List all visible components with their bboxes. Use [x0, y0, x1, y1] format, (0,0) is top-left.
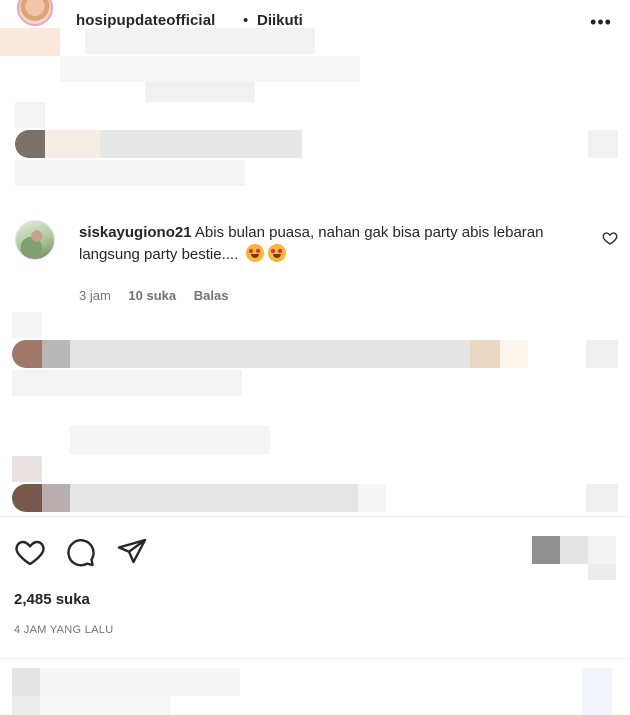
- comment-body: siskayugiono21 Abis bulan puasa, nahan g…: [79, 222, 579, 266]
- star-struck-emoji-icon: [246, 244, 265, 262]
- actions-divider: [0, 516, 630, 517]
- comment-heart-icon[interactable]: [602, 230, 618, 246]
- reply-button[interactable]: Balas: [194, 288, 229, 303]
- account-name[interactable]: hosipupdateofficial: [76, 12, 215, 29]
- comment-time: 3 jam: [79, 288, 111, 303]
- comment-icon[interactable]: [64, 536, 96, 568]
- account-avatar[interactable]: [17, 0, 53, 26]
- add-comment-divider: [0, 658, 630, 659]
- comment-avatar[interactable]: [15, 220, 55, 260]
- post-timestamp: 4 JAM YANG LALU: [14, 624, 114, 636]
- comment-likes[interactable]: 10 suka: [128, 288, 176, 303]
- comment-meta: 3 jam 10 suka Balas: [79, 288, 242, 303]
- heart-icon[interactable]: [14, 536, 46, 568]
- header-separator: •: [243, 12, 249, 29]
- more-options-icon[interactable]: •••: [590, 13, 612, 31]
- comment-username[interactable]: siskayugiono21: [79, 224, 192, 241]
- send-icon[interactable]: [116, 536, 148, 568]
- star-struck-emoji-icon: [268, 244, 287, 262]
- post-likes-count[interactable]: 2,485 suka: [14, 591, 90, 608]
- follow-status[interactable]: Diikuti: [257, 12, 303, 29]
